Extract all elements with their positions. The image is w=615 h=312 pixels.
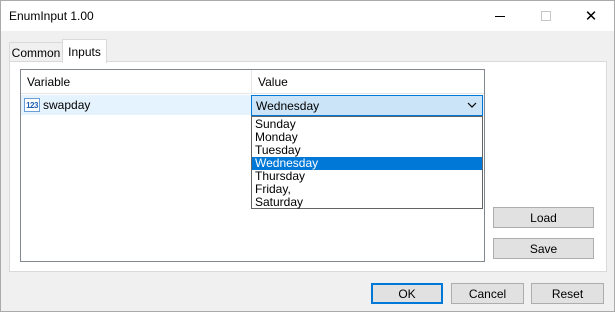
tab-common[interactable]: Common	[9, 42, 63, 63]
option-saturday[interactable]: Saturday	[252, 196, 482, 209]
tab-inputs[interactable]: Inputs	[62, 39, 107, 63]
close-button[interactable]: ✕	[568, 1, 614, 31]
cancel-button[interactable]: Cancel	[451, 283, 524, 304]
load-button[interactable]: Load	[493, 207, 594, 228]
maximize-button	[523, 1, 569, 31]
row-variable-cell[interactable]: 123 swapday	[21, 95, 252, 115]
save-button[interactable]: Save	[493, 238, 594, 259]
minimize-icon	[495, 15, 505, 17]
window-title: EnumInput 1.00	[9, 9, 94, 23]
combo-selected-value: Wednesday	[256, 98, 320, 113]
numeric-type-icon: 123	[24, 98, 40, 112]
reset-button[interactable]: Reset	[531, 283, 604, 304]
header-variable[interactable]: Variable	[21, 70, 252, 94]
title-bar[interactable]: EnumInput 1.00 ✕	[1, 1, 614, 31]
value-dropdown-list: Sunday Monday Tuesday Wednesday Thursday…	[251, 116, 483, 209]
maximize-icon	[541, 11, 551, 21]
close-icon: ✕	[584, 7, 598, 25]
minimize-button[interactable]	[477, 1, 523, 31]
ok-button[interactable]: OK	[371, 283, 443, 304]
grid-header: Variable Value	[21, 70, 484, 94]
header-value[interactable]: Value	[252, 70, 484, 94]
variable-name: swapday	[43, 98, 91, 112]
value-combobox[interactable]: Wednesday	[251, 95, 483, 116]
dialog-window: EnumInput 1.00 ✕ Common Inputs Variable …	[0, 0, 615, 312]
chevron-down-icon	[467, 102, 477, 108]
